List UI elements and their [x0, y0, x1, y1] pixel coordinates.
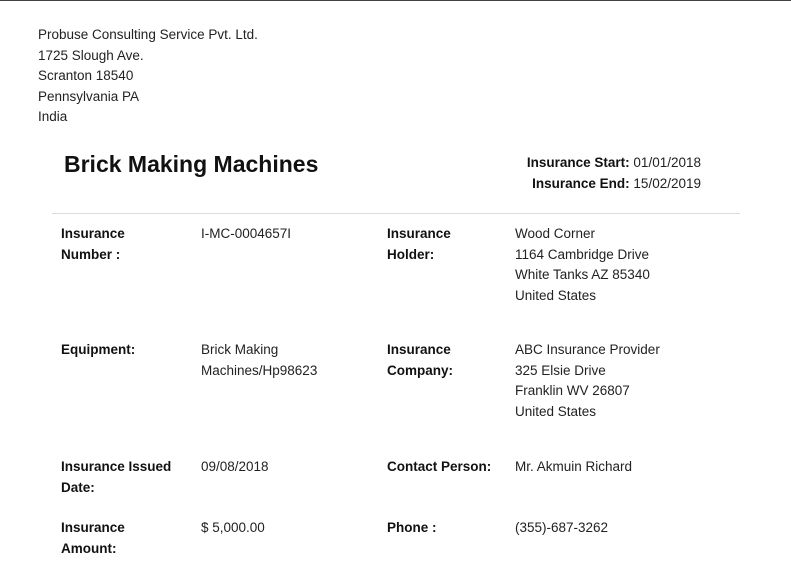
insurance-amount-label: Insurance Amount:: [61, 518, 125, 559]
insurance-start-row: Insurance Start: 01/01/2018: [527, 153, 701, 174]
company-country: India: [38, 109, 68, 125]
insurance-company-address: ABC Insurance Provider 325 Elsie Drive F…: [515, 340, 660, 422]
provider-name: ABC Insurance Provider: [515, 342, 660, 357]
equipment-label-text: Equipment:: [61, 342, 136, 357]
insurance-amount-value: $ 5,000.00: [201, 518, 265, 539]
holder-country: United States: [515, 287, 597, 303]
company-address: Probuse Consulting Service Pvt. Ltd. 172…: [38, 25, 258, 128]
page-title: Brick Making Machines: [64, 151, 319, 177]
phone-text: (355)-687-3262: [515, 520, 609, 535]
company-state: Pennsylvania PA: [38, 88, 140, 104]
insurance-holder-label: Insurance Holder:: [387, 224, 451, 265]
insurance-holder-address: Wood Corner 1164 Cambridge Drive White T…: [515, 224, 650, 306]
contact-person-value: Mr. Akmuin Richard: [515, 457, 632, 478]
insurance-start-label: Insurance Start:: [526, 155, 630, 170]
insurance-issued-date-label: Insurance Issued Date:: [61, 457, 171, 498]
company-city-zip: Scranton 18540: [38, 68, 134, 84]
insurance-number-label-line1: Insurance: [61, 226, 125, 241]
insurance-amount-label-line1: Insurance: [61, 520, 125, 535]
equipment-label: Equipment:: [61, 340, 135, 361]
insurance-holder-label-line1: Insurance: [387, 226, 451, 241]
equipment-value: Brick Making Machines/Hp98623: [201, 340, 317, 381]
contact-person-text: Mr. Akmuin Richard: [515, 459, 633, 474]
insurance-number-text: I-MC-0004657I: [201, 226, 292, 241]
issued-date-label-line1: Insurance Issued: [61, 459, 172, 474]
issued-date-text: 09/08/2018: [201, 459, 269, 474]
insurance-amount-label-line2: Amount:: [61, 540, 117, 556]
provider-street: 325 Elsie Drive: [515, 362, 606, 378]
company-street: 1725 Slough Ave.: [38, 47, 144, 63]
contact-person-label: Contact Person:: [387, 457, 491, 478]
insurance-end-row: Insurance End: 15/02/2019: [527, 174, 701, 195]
phone-label: Phone :: [387, 518, 437, 539]
phone-label-text: Phone :: [387, 520, 437, 535]
insurance-end-label: Insurance End:: [532, 175, 630, 191]
phone-value: (355)-687-3262: [515, 518, 608, 539]
insurance-number-value: I-MC-0004657I: [201, 224, 291, 245]
insurance-number-label: Insurance Number :: [61, 224, 125, 265]
insurance-start-value: 01/01/2018: [633, 155, 701, 170]
equipment-line2: Machines/Hp98623: [201, 362, 318, 378]
holder-street: 1164 Cambridge Drive: [515, 246, 650, 262]
insurance-issued-date-value: 09/08/2018: [201, 457, 269, 478]
issued-date-label-line2: Date:: [61, 479, 95, 495]
insurance-company-label: Insurance Company:: [387, 340, 453, 381]
insurance-amount-text: $ 5,000.00: [201, 520, 265, 535]
provider-city: Franklin WV 26807: [515, 383, 630, 399]
holder-name: Wood Corner: [515, 226, 596, 241]
company-name: Probuse Consulting Service Pvt. Ltd.: [38, 27, 258, 42]
contact-person-label-text: Contact Person:: [387, 459, 492, 474]
insurance-end-value: 15/02/2019: [633, 175, 701, 191]
insurance-company-label-line1: Insurance: [387, 342, 451, 357]
top-border: [0, 0, 791, 1]
insurance-number-label-line2: Number :: [61, 246, 121, 262]
insurance-period: Insurance Start: 01/01/2018 Insurance En…: [527, 153, 701, 194]
equipment-line1: Brick Making: [201, 342, 279, 357]
header-divider: [52, 213, 740, 214]
holder-city: White Tanks AZ 85340: [515, 267, 650, 283]
provider-country: United States: [515, 403, 597, 419]
insurance-holder-label-line2: Holder:: [387, 246, 435, 262]
insurance-company-label-line2: Company:: [387, 362, 454, 378]
